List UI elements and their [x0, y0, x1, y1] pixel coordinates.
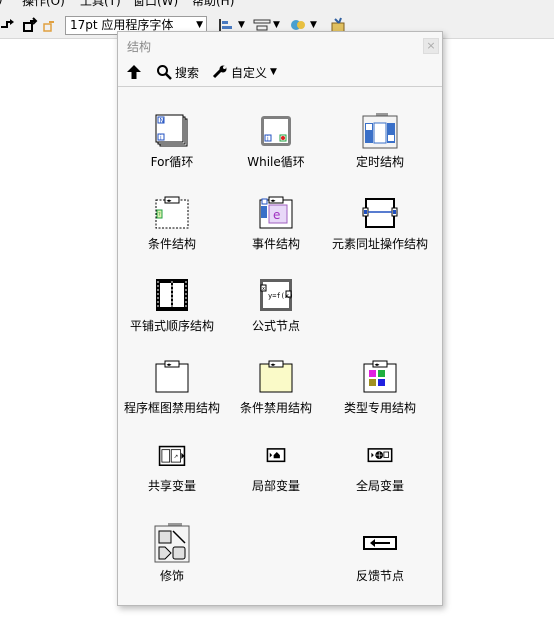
svg-text:◂▸: ◂▸ [271, 362, 277, 368]
customize-label: 自定义 [231, 65, 268, 80]
palette-item-label: 元素同址操作结构 [331, 237, 428, 251]
search-label: 搜索 [175, 65, 200, 80]
chevron-down-icon: ▼ [310, 20, 317, 30]
palette-title: 结构 [127, 40, 152, 54]
palette-item-decorations[interactable]: 修饰 [120, 523, 224, 584]
chevron-down-icon: ▼ [273, 20, 280, 30]
palette-item-local-variable[interactable]: 局部变量 [224, 445, 328, 494]
svg-text:◂▸: ◂▸ [271, 198, 277, 204]
svg-text:◂▸: ◂▸ [167, 198, 173, 204]
palette-item-label: 公式节点 [251, 319, 300, 333]
svg-text:◂▸: ◂▸ [167, 362, 173, 368]
palette-item-label: For循环 [150, 155, 194, 169]
reorder-icon [291, 20, 305, 30]
palette-item-label: 共享变量 [147, 479, 196, 493]
palette-item-label: 条件禁用结构 [239, 401, 312, 415]
retain-wire-icon[interactable] [42, 17, 58, 33]
palette-item-label: 定时结构 [355, 155, 404, 169]
palette-item-label: 修饰 [159, 569, 184, 583]
palette-item-conditional-disable[interactable]: ◂▸ 条件禁用结构 [224, 359, 328, 416]
distribute-icon [253, 19, 271, 31]
palette-item-label: 条件结构 [147, 237, 196, 251]
wrench-icon [212, 65, 227, 79]
palette-item-case-structure[interactable]: ◂▸ ? 条件结构 [120, 195, 224, 252]
palette-item-diagram-disable[interactable]: ◂▸ 程序框图禁用结构 [120, 359, 224, 416]
palette-item-label: 反馈节点 [355, 569, 404, 583]
step-over-icon[interactable] [0, 17, 16, 33]
while-loop-icon: i [261, 116, 291, 146]
for-loop-icon: N i [155, 114, 188, 147]
palette-item-shared-variable[interactable]: ↗ 共享变量 [120, 445, 224, 494]
menu-partial[interactable]: ) [0, 0, 3, 6]
arrow-up-icon [127, 65, 141, 79]
palette-body: N i For循环 i While循环 定时结构 ◂▸ ? 条件结构 ◂▸ e … [119, 87, 441, 604]
flat-sequence-icon [156, 279, 188, 311]
palette-item-for-loop[interactable]: N i For循环 [120, 113, 224, 170]
palette-item-formula-node[interactable]: x y=f(x) 公式节点 [224, 277, 328, 334]
palette-toolbar: 搜索 自定义 ▼ [118, 58, 442, 87]
palette-item-feedback-node[interactable]: 反馈节点 [328, 523, 432, 584]
palette-item-label: 平铺式顺序结构 [129, 319, 214, 333]
chevron-down-icon: ▼ [270, 67, 277, 77]
case-structure-icon: ◂▸ ? [155, 196, 189, 229]
palette-item-label: 事件结构 [251, 237, 300, 251]
palette-item-timed-structure[interactable]: 定时结构 [328, 113, 432, 170]
palette-item-type-specialization[interactable]: ◂▸ 类型专用结构 [328, 359, 432, 416]
svg-text:x: x [262, 286, 265, 292]
up-button[interactable] [126, 64, 142, 80]
search-button[interactable]: 搜索 [156, 64, 199, 80]
in-place-element-icon [362, 198, 398, 228]
svg-text:e: e [273, 208, 280, 222]
palette-item-event-structure[interactable]: ◂▸ e 事件结构 [224, 195, 328, 252]
palette-item-label: 局部变量 [251, 479, 300, 493]
step-out-icon[interactable] [22, 17, 38, 33]
chevron-down-icon: ▼ [238, 20, 245, 30]
svg-text:?: ? [158, 212, 161, 218]
svg-text:N: N [160, 118, 165, 125]
svg-text:↗: ↗ [174, 454, 179, 460]
palette-item-label: 全局变量 [355, 479, 404, 493]
close-icon: × [426, 39, 436, 52]
palette-item-label: 程序框图禁用结构 [123, 401, 220, 415]
palette-titlebar[interactable]: 结构 × [118, 32, 442, 58]
search-icon [157, 65, 172, 80]
diagram-disable-icon: ◂▸ [155, 360, 189, 393]
menubar: ) 操作(O) 工具(T) 窗口(W) 帮助(H) [0, 0, 554, 8]
event-structure-icon: ◂▸ e [259, 196, 293, 229]
palette-item-label: 类型专用结构 [343, 401, 416, 415]
palette-item-flat-sequence[interactable]: 平铺式顺序结构 [120, 277, 224, 334]
conditional-disable-icon: ◂▸ [259, 360, 293, 393]
palette-item-label: While循环 [247, 155, 305, 169]
shared-variable-icon: ↗ [158, 445, 186, 466]
palette-item-while-loop[interactable]: i While循环 [224, 113, 328, 170]
decorations-icon [154, 523, 190, 563]
palette-item-in-place-element[interactable]: 元素同址操作结构 [328, 195, 432, 252]
svg-text:◂▸: ◂▸ [375, 362, 381, 368]
structures-palette: 结构 × 搜索 自定义 ▼ N i For循环 i While循环 定时结构 ◂… [117, 31, 443, 606]
formula-node-icon: x y=f(x) [260, 279, 293, 311]
close-button[interactable]: × [423, 38, 439, 54]
palette-item-global-variable[interactable]: 全局变量 [328, 445, 432, 494]
feedback-node-icon [363, 536, 397, 550]
svg-text:y=f(x): y=f(x) [268, 292, 293, 300]
local-variable-icon [266, 448, 286, 463]
timed-structure-icon [362, 113, 398, 149]
type-specialization-icon: ◂▸ [363, 360, 397, 393]
global-variable-icon [367, 448, 393, 463]
align-icon [219, 19, 232, 31]
customize-button[interactable]: 自定义 ▼ [212, 64, 277, 80]
